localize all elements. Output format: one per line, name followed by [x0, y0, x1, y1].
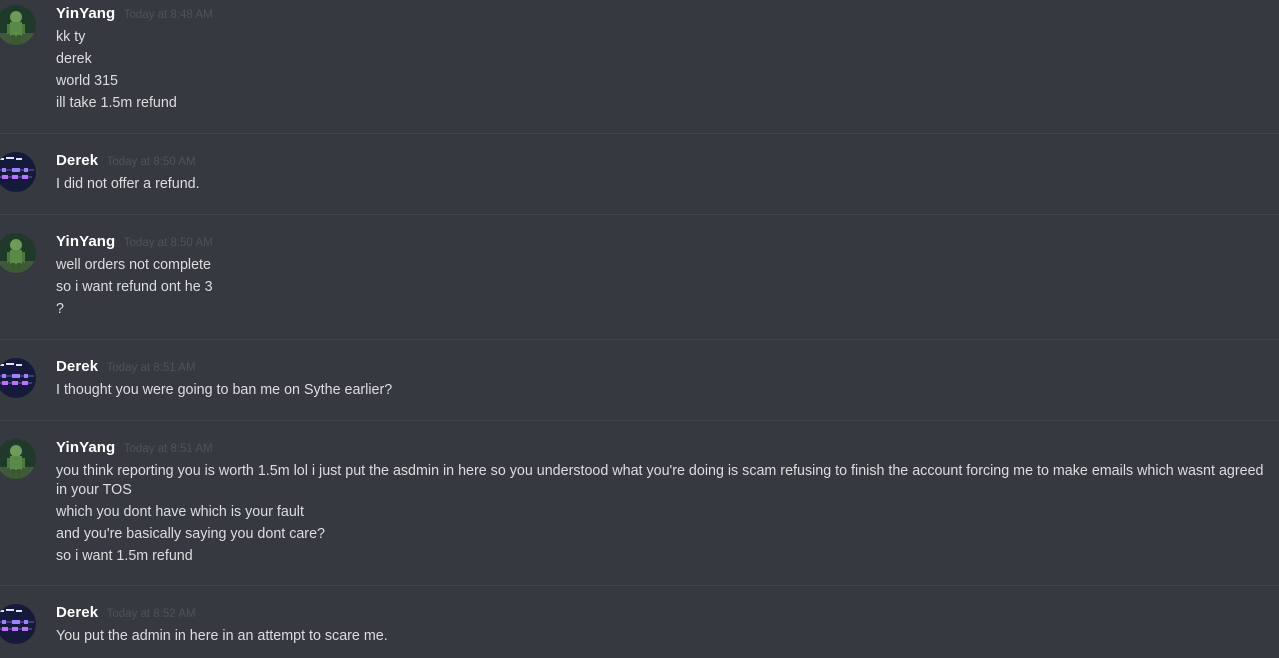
- message-line: which you dont have which is your fault: [56, 504, 304, 520]
- chat-messages-area[interactable]: YinYang Today at 8:48 AM kk ty derek wor…: [0, 0, 1279, 658]
- message-line: and you're basically saying you dont car…: [56, 526, 325, 542]
- message-group: Derek Today at 8:52 AM You put the admin…: [0, 586, 1279, 658]
- green-character-avatar-icon[interactable]: [0, 233, 36, 273]
- timestamp[interactable]: Today at 8:52 AM: [107, 608, 196, 620]
- message-header: YinYang Today at 8:51 AM: [56, 439, 213, 459]
- message-header: Derek Today at 8:52 AM: [56, 604, 196, 624]
- timestamp[interactable]: Today at 8:50 AM: [124, 237, 213, 249]
- message-group: Derek Today at 8:51 AM I thought you wer…: [0, 340, 1279, 420]
- message-line: I did not offer a refund.: [56, 176, 200, 192]
- username[interactable]: Derek: [56, 152, 98, 169]
- message-header: Derek Today at 8:50 AM: [56, 152, 196, 172]
- timestamp[interactable]: Today at 8:50 AM: [107, 156, 196, 168]
- username[interactable]: Derek: [56, 358, 98, 375]
- timestamp[interactable]: Today at 8:48 AM: [124, 9, 213, 21]
- message-line: ill take 1.5m refund: [56, 95, 177, 111]
- message-line: well orders not complete: [56, 257, 211, 273]
- pixel-art-avatar-icon[interactable]: [0, 152, 36, 192]
- message-group: YinYang Today at 8:50 AM well orders not…: [0, 215, 1279, 339]
- message-content: I thought you were going to ban me on Sy…: [56, 381, 1267, 403]
- message-header: Derek Today at 8:51 AM: [56, 358, 196, 378]
- message-line: so i want refund ont he 3: [56, 279, 213, 295]
- message-content: well orders not complete so i want refun…: [56, 256, 1267, 322]
- message-content: I did not offer a refund.: [56, 175, 1267, 197]
- pixel-art-avatar-icon[interactable]: [0, 358, 36, 398]
- message-line: kk ty: [56, 29, 86, 45]
- message-line: You put the admin in here in an attempt …: [56, 628, 388, 644]
- username[interactable]: YinYang: [56, 439, 115, 456]
- username[interactable]: Derek: [56, 604, 98, 621]
- pixel-art-avatar-icon[interactable]: [0, 604, 36, 644]
- message-line: I thought you were going to ban me on Sy…: [56, 382, 393, 398]
- message-header: YinYang Today at 8:48 AM: [56, 5, 213, 25]
- message-group: YinYang Today at 8:48 AM kk ty derek wor…: [0, 0, 1279, 133]
- message-content: You put the admin in here in an attempt …: [56, 627, 1267, 649]
- message-line: derek: [56, 51, 92, 67]
- message-line: world 315: [56, 73, 118, 89]
- message-line: you think reporting you is worth 1.5m lo…: [56, 463, 1264, 498]
- timestamp[interactable]: Today at 8:51 AM: [107, 362, 196, 374]
- message-content: you think reporting you is worth 1.5m lo…: [56, 462, 1267, 569]
- username[interactable]: YinYang: [56, 233, 115, 250]
- message-group: Derek Today at 8:50 AM I did not offer a…: [0, 134, 1279, 214]
- green-character-avatar-icon[interactable]: [0, 5, 36, 45]
- username[interactable]: YinYang: [56, 5, 115, 22]
- message-line: so i want 1.5m refund: [56, 548, 193, 564]
- timestamp[interactable]: Today at 8:51 AM: [124, 443, 213, 455]
- message-content: kk ty derek world 315 ill take 1.5m refu…: [56, 28, 1267, 116]
- green-character-avatar-icon[interactable]: [0, 439, 36, 479]
- message-header: YinYang Today at 8:50 AM: [56, 233, 213, 253]
- message-group: YinYang Today at 8:51 AM you think repor…: [0, 421, 1279, 585]
- message-line: ?: [56, 301, 64, 317]
